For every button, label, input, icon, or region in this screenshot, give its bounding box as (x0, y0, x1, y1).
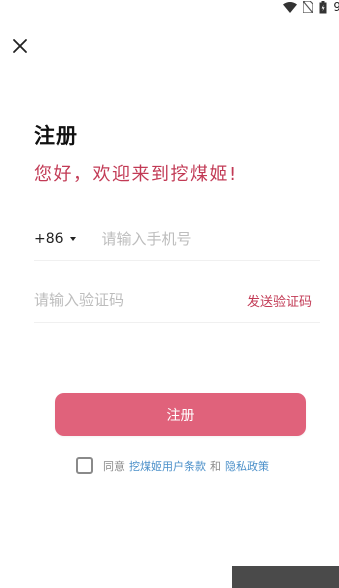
country-code-selector[interactable]: +86 (34, 231, 82, 247)
wifi-icon (283, 1, 298, 13)
register-button[interactable]: 注册 (55, 393, 306, 436)
close-icon (12, 38, 28, 58)
agreement-checkbox[interactable] (76, 457, 93, 474)
verification-code-input[interactable] (34, 291, 204, 309)
agreement-and: 和 (210, 459, 221, 473)
page-title: 注册 (34, 124, 78, 148)
bottom-bar (232, 566, 339, 588)
country-code-label: +86 (34, 231, 64, 247)
status-bar: 9 (283, 0, 339, 14)
privacy-link[interactable]: 隐私政策 (225, 458, 269, 474)
register-button-label: 注册 (166, 407, 195, 424)
status-time: 9 (333, 0, 339, 14)
close-button[interactable] (10, 38, 30, 58)
code-row: 发送验证码 (34, 278, 320, 323)
send-code-button[interactable]: 发送验证码 (247, 291, 320, 310)
terms-link[interactable]: 挖煤姬用户条款 (129, 458, 206, 474)
agreement-prefix: 同意 (103, 459, 125, 473)
welcome-subtitle: 您好，欢迎来到挖煤姬! (34, 164, 238, 185)
battery-icon (319, 0, 327, 14)
caret-down-icon (69, 237, 76, 241)
phone-row: +86 (34, 218, 320, 261)
phone-input[interactable] (101, 230, 282, 248)
no-sim-icon (303, 1, 314, 13)
agreement-row: 同意 挖煤姬用户条款 和 隐私政策 (76, 457, 273, 474)
